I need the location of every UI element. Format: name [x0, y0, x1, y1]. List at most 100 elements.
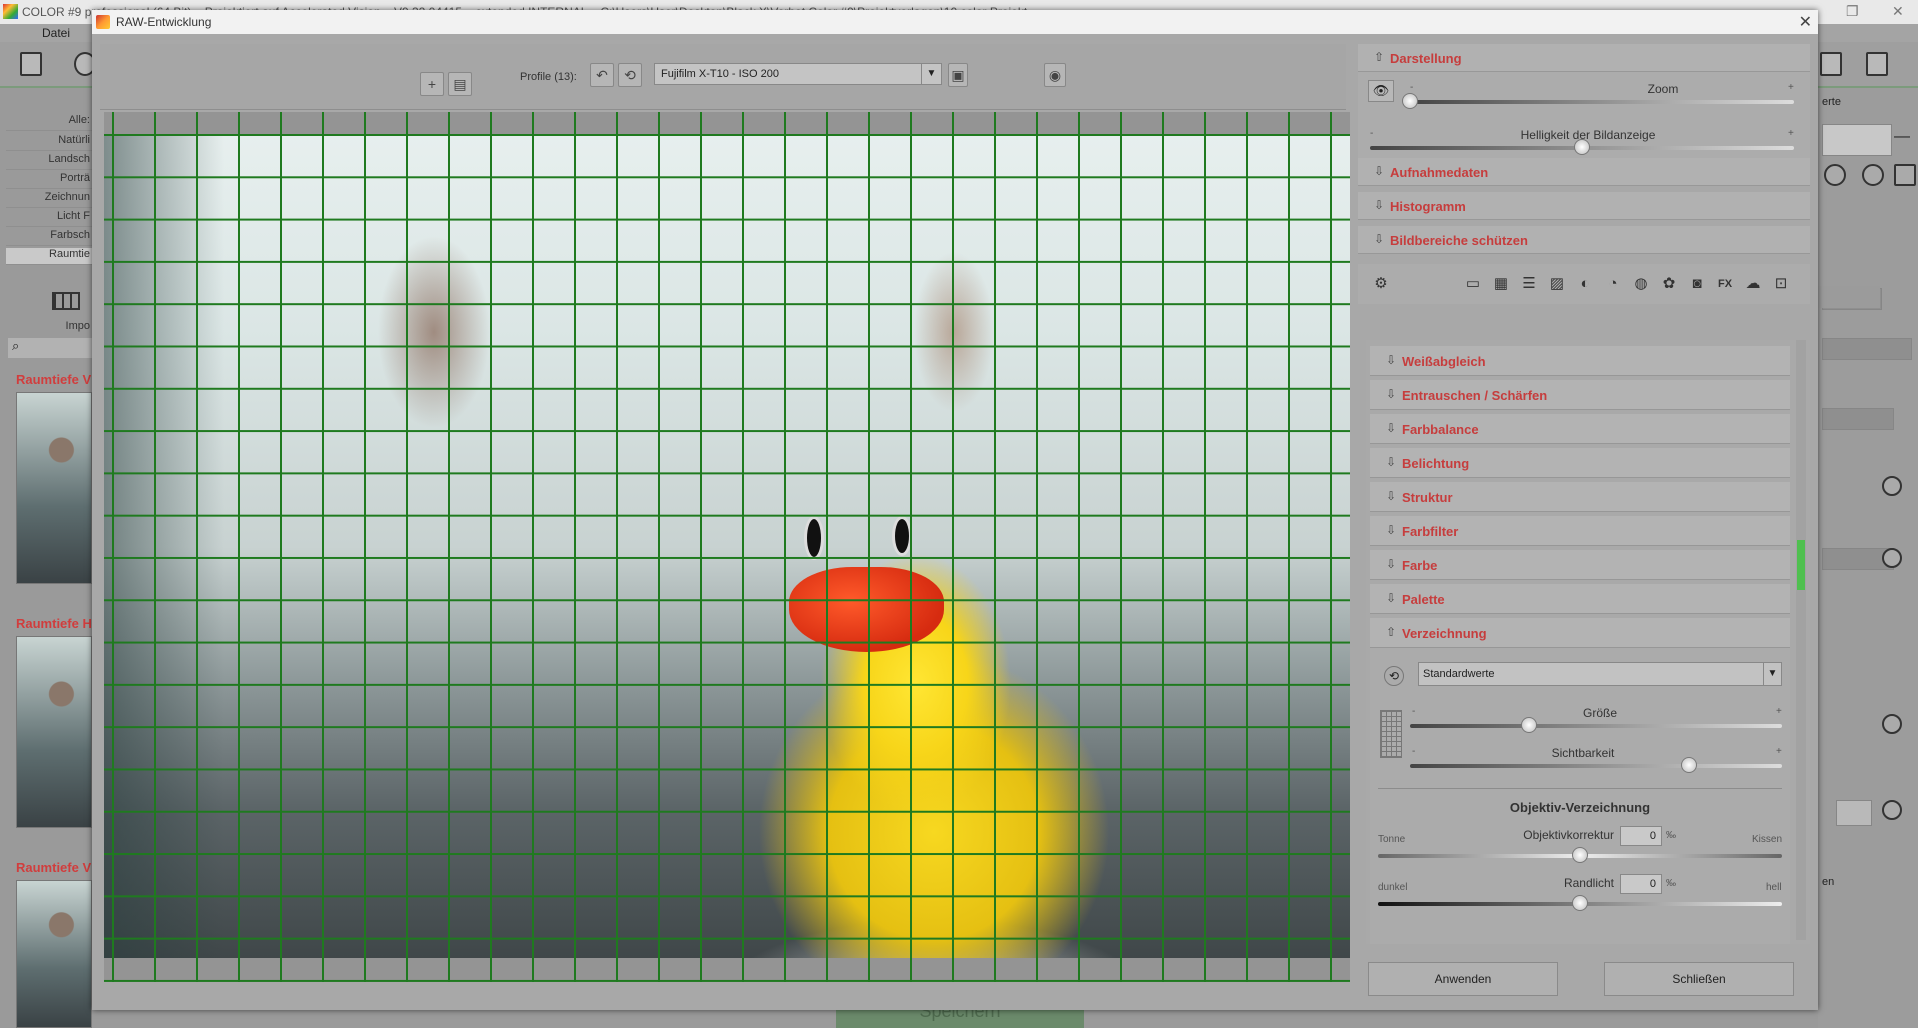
filter-item[interactable]: Porträ	[6, 172, 92, 189]
tone-icon[interactable]: ◔	[1602, 273, 1624, 295]
reset-icon[interactable]: ⟲	[618, 63, 642, 87]
aperture-icon[interactable]	[1862, 164, 1884, 186]
restore-icon[interactable]: ❐	[1846, 3, 1859, 20]
mask-icon[interactable]: ☁	[1742, 273, 1764, 295]
eye-icon[interactable]	[1882, 714, 1902, 734]
scrollbar-thumb[interactable]	[1797, 540, 1805, 590]
preset-value: Standardwerte	[1423, 668, 1495, 680]
section-item[interactable]: ⇩ Belichtung	[1370, 448, 1790, 478]
close-button[interactable]: Schließen	[1604, 962, 1794, 996]
eye-icon[interactable]	[1882, 476, 1902, 496]
thumbnail[interactable]	[16, 392, 92, 584]
chevron-down-icon[interactable]: ▼	[1763, 663, 1781, 685]
export-icon[interactable]	[1820, 52, 1842, 76]
palette-icon[interactable]: ✿	[1658, 273, 1680, 295]
camera-icon[interactable]: ◉	[1044, 63, 1066, 87]
add-profile-icon[interactable]: +	[420, 72, 444, 96]
expand-arrow-icon: ⇩	[1386, 353, 1397, 367]
distortion-grid-overlay	[104, 112, 1350, 982]
thumbnail[interactable]	[16, 880, 92, 1028]
search-icon[interactable]: ⌕	[8, 338, 92, 358]
unit-label: ‰	[1666, 830, 1676, 841]
expand-arrow-icon: ⇩	[1374, 164, 1385, 178]
lens-icon[interactable]: ⊡	[1770, 273, 1792, 295]
fx-icon[interactable]: FX	[1714, 273, 1736, 295]
zoom-slider[interactable]	[1410, 100, 1794, 104]
profile-select[interactable]: Fujifilm X-T10 - ISO 200 ▼	[654, 63, 942, 85]
sichtbarkeit-slider-handle[interactable]	[1681, 757, 1697, 773]
section-histogramm[interactable]: ⇩ Histogramm	[1358, 192, 1810, 220]
eye-icon[interactable]	[1882, 800, 1902, 820]
eye-icon[interactable]	[1882, 548, 1902, 568]
filter-item-selected[interactable]: Raumtie	[6, 248, 92, 265]
folder-icon[interactable]	[1836, 800, 1872, 826]
section-item[interactable]: ⇩ Struktur	[1370, 482, 1790, 512]
section-verzeichnung[interactable]: ⇧ Verzeichnung	[1370, 618, 1790, 648]
groesse-slider-handle[interactable]	[1521, 717, 1538, 733]
preset-select[interactable]: Standardwerte ▼	[1418, 662, 1782, 686]
app-logo-icon	[3, 4, 18, 19]
thumbnail[interactable]	[16, 636, 92, 828]
section-item[interactable]: ⇩ Farbe	[1370, 550, 1790, 580]
gradient-icon[interactable]: ▭	[1462, 273, 1484, 295]
crop-icon[interactable]	[1866, 52, 1888, 76]
section-title: Aufnahmedaten	[1390, 165, 1489, 180]
filter-all[interactable]: Alle:	[6, 114, 92, 131]
filter-item[interactable]: Farbsch	[6, 229, 92, 246]
text-a-icon[interactable]	[1894, 164, 1916, 186]
chevron-down-icon[interactable]: ▼	[921, 64, 941, 84]
grid-view-icon[interactable]	[52, 292, 80, 310]
section-darstellung[interactable]: ⇧ Darstellung	[1358, 44, 1810, 72]
randlicht-slider-handle[interactable]	[1572, 895, 1588, 911]
image-preview[interactable]	[104, 112, 1350, 982]
objektivkorrektur-input[interactable]: 0	[1620, 826, 1662, 846]
filter-item[interactable]: Licht F	[6, 210, 92, 227]
section-item[interactable]: ⇩ Weißabgleich	[1370, 346, 1790, 376]
panel-scrollbar[interactable]	[1796, 340, 1806, 940]
section-item[interactable]: ⇩ Entrauschen / Schärfen	[1370, 380, 1790, 410]
filter-item[interactable]: Natürli	[6, 134, 92, 151]
section-item[interactable]: ⇩ Farbbalance	[1370, 414, 1790, 444]
filter-item[interactable]: Zeichnun	[6, 191, 92, 208]
dialog-title: RAW-Entwicklung	[116, 15, 212, 29]
palette-icon[interactable]	[1824, 164, 1846, 186]
apply-button[interactable]: Anwenden	[1368, 962, 1558, 996]
settings-gear-icon[interactable]: ⚙	[1370, 273, 1392, 295]
section-bildbereiche[interactable]: ⇩ Bildbereiche schützen	[1358, 226, 1810, 254]
dropdown[interactable]	[1822, 408, 1894, 430]
import-label[interactable]: Impo	[6, 320, 92, 337]
section-item[interactable]: ⇩ Palette	[1370, 584, 1790, 614]
groesse-slider[interactable]	[1410, 724, 1782, 728]
dropdown[interactable]	[1822, 338, 1912, 360]
section-aufnahmedaten[interactable]: ⇩ Aufnahmedaten	[1358, 158, 1810, 186]
menu-file[interactable]: Datei	[42, 26, 70, 40]
camera-raw-icon[interactable]: ◙	[1686, 273, 1708, 295]
thumb-title: Raumtiefe V	[16, 860, 92, 875]
grid-toggle-icon[interactable]	[1380, 710, 1402, 758]
layers-icon[interactable]: ☰	[1518, 273, 1540, 295]
color-wheel-icon[interactable]: ◍	[1630, 273, 1652, 295]
landscape-icon[interactable]: ▨	[1546, 273, 1568, 295]
close-main-icon[interactable]: ✕	[1892, 3, 1904, 20]
profile-value: Fujifilm X-T10 - ISO 200	[661, 68, 779, 80]
section-item[interactable]: ⇩ Farbfilter	[1370, 516, 1790, 546]
new-file-icon[interactable]	[20, 52, 42, 76]
reset-preset-icon[interactable]: ⟲	[1384, 666, 1404, 686]
objektivkorrektur-slider-handle[interactable]	[1572, 847, 1588, 863]
film-icon[interactable]: ▦	[1490, 273, 1512, 295]
sichtbarkeit-slider[interactable]	[1410, 764, 1782, 768]
randlicht-input[interactable]: 0	[1620, 874, 1662, 894]
save-profile-icon[interactable]: ▣	[948, 63, 968, 87]
copy-profile-icon[interactable]: ▤	[448, 72, 472, 96]
brightness-slider-handle[interactable]	[1574, 139, 1590, 155]
dunkel-label: dunkel	[1378, 882, 1408, 893]
undo-icon[interactable]: ↶	[590, 63, 614, 87]
dialog-close-icon[interactable]: ✕	[1799, 12, 1812, 32]
eye-toggle-icon[interactable]: 👁	[1368, 80, 1394, 102]
zoom-slider-handle[interactable]	[1402, 93, 1418, 109]
unit-label: ‰	[1666, 878, 1676, 889]
contrast-icon[interactable]: ◐	[1574, 273, 1596, 295]
minus-icon[interactable]: —	[1894, 128, 1910, 146]
filter-item[interactable]: Landsch	[6, 153, 92, 170]
right-control-panel: ⇧ Darstellung 👁 - Zoom + - Helligkeit de…	[1358, 44, 1810, 944]
